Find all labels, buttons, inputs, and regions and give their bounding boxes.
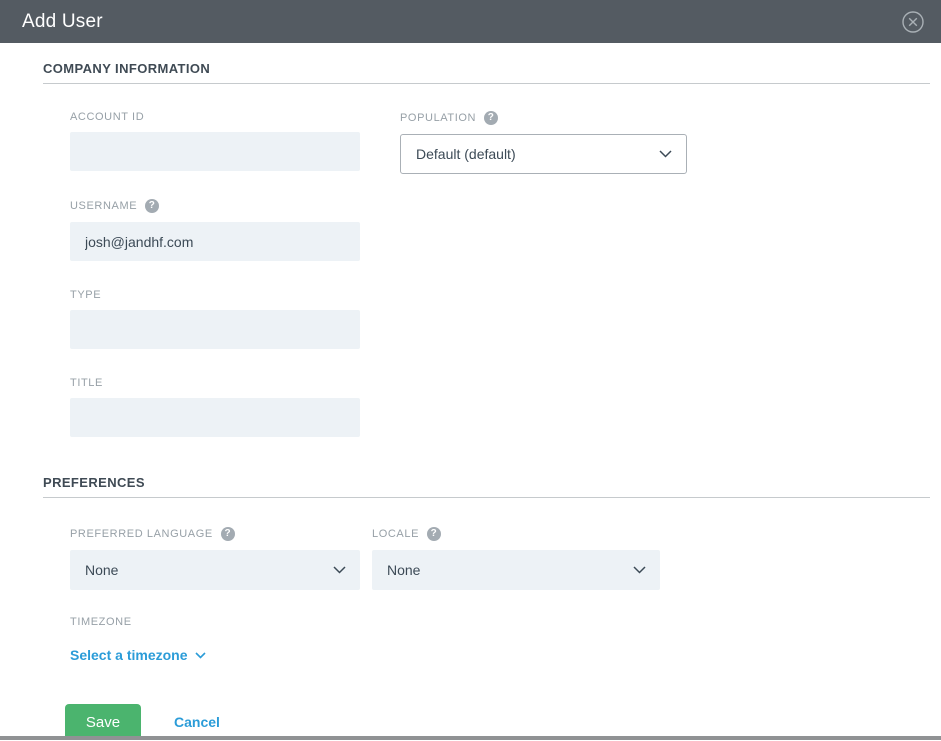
field-title: TITLE — [70, 377, 360, 437]
preferred-language-selected-value: None — [85, 562, 118, 578]
type-label: TYPE — [70, 289, 360, 301]
timezone-link-text: Select a timezone — [70, 647, 188, 663]
population-selected-value: Default (default) — [416, 146, 516, 162]
chevron-down-icon — [195, 652, 206, 659]
title-label: TITLE — [70, 377, 360, 389]
preferences-form: PREFERRED LANGUAGE ? None LOCALE ? None — [43, 498, 930, 590]
dialog-title: Add User — [22, 11, 103, 33]
population-help-icon[interactable]: ? — [484, 111, 498, 125]
section-company-information: COMPANY INFORMATION — [43, 61, 930, 84]
chevron-down-icon — [333, 566, 346, 574]
locale-help-icon[interactable]: ? — [427, 527, 441, 541]
company-form: ACCOUNT ID USERNAME ? TYPE — [43, 84, 930, 437]
add-user-dialog: Add User COMPANY INFORMATION ACCOUNT ID — [0, 0, 941, 740]
preferred-language-select[interactable]: None — [70, 550, 360, 590]
field-locale: LOCALE ? None — [372, 527, 660, 590]
dialog-footer: Save Cancel — [65, 704, 930, 740]
chevron-down-icon — [659, 150, 672, 158]
section-preferences: PREFERENCES — [43, 475, 930, 498]
title-input[interactable] — [70, 398, 360, 437]
field-preferred-language: PREFERRED LANGUAGE ? None — [70, 527, 360, 590]
username-label: USERNAME ? — [70, 199, 360, 213]
dialog-body: COMPANY INFORMATION ACCOUNT ID USERNAME … — [0, 61, 941, 740]
dialog-header: Add User — [0, 0, 941, 43]
account-id-input[interactable] — [70, 132, 360, 171]
chevron-down-icon — [633, 566, 646, 574]
preferred-language-label: PREFERRED LANGUAGE ? — [70, 527, 360, 541]
locale-label: LOCALE ? — [372, 527, 660, 541]
field-population: POPULATION ? Default (default) — [400, 111, 687, 174]
timezone-select-link[interactable]: Select a timezone — [70, 647, 206, 663]
field-type: TYPE — [70, 289, 360, 349]
preferred-language-help-icon[interactable]: ? — [221, 527, 235, 541]
username-input[interactable] — [70, 222, 360, 261]
type-input[interactable] — [70, 310, 360, 349]
horizontal-scrollbar[interactable] — [0, 736, 941, 740]
field-account-id: ACCOUNT ID — [70, 111, 360, 171]
cancel-button[interactable]: Cancel — [174, 714, 220, 730]
locale-selected-value: None — [387, 562, 420, 578]
close-icon — [901, 10, 925, 34]
population-select[interactable]: Default (default) — [400, 134, 687, 174]
timezone-label: TIMEZONE — [70, 616, 930, 628]
save-button[interactable]: Save — [65, 704, 141, 740]
account-id-label: ACCOUNT ID — [70, 111, 360, 123]
locale-select[interactable]: None — [372, 550, 660, 590]
username-help-icon[interactable]: ? — [145, 199, 159, 213]
field-username: USERNAME ? — [70, 199, 360, 261]
field-timezone: TIMEZONE Select a timezone — [43, 616, 930, 665]
close-button[interactable] — [899, 8, 927, 36]
population-label: POPULATION ? — [400, 111, 687, 125]
